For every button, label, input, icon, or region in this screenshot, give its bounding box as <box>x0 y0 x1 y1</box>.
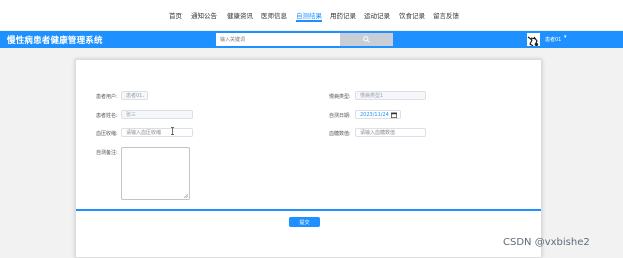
user-name[interactable]: 患者01 <box>545 36 561 43</box>
blood-sugar-placeholder: 请输入血糖数值 <box>360 130 396 136</box>
blood-pressure-placeholder: 请输入血压收缩 <box>126 130 162 136</box>
patient-name-value: 张三 <box>126 112 137 118</box>
nav-item-self-test-results[interactable]: 自测结果 <box>296 10 322 20</box>
self-test-form-card: 患者用户: 患者01 ⌄ 慢病类型: 慢病类型1 患者姓名: 张三 自测日期: … <box>75 59 542 258</box>
nav-item-doctors[interactable]: 医师信息 <box>261 10 287 20</box>
active-nav-underline <box>296 20 322 22</box>
test-date-label: 自测日期: <box>329 113 351 119</box>
header-bar: 慢性病患者健康管理系统 患者01 ▾ <box>0 31 623 48</box>
notes-label: 自测备注: <box>96 150 118 156</box>
chevron-down-icon: ⌄ <box>141 93 145 98</box>
account-label: 患者用户: <box>96 94 118 100</box>
nav-item-health-news[interactable]: 健康资讯 <box>227 10 253 20</box>
submit-button[interactable]: 提交 <box>289 217 320 227</box>
site-title: 慢性病患者健康管理系统 <box>7 36 103 46</box>
nav-item-home[interactable]: 首页 <box>169 10 182 20</box>
disease-type-label: 慢病类型: <box>329 94 351 100</box>
disease-type-field: 慢病类型1 <box>355 91 426 100</box>
account-value: 患者01 <box>126 93 143 99</box>
watermark: CSDN @vxbishe2 <box>503 237 590 248</box>
nav-item-announcements[interactable]: 通知公告 <box>191 10 217 20</box>
avatar[interactable] <box>527 32 540 46</box>
test-date-picker[interactable]: 2023/11/24 <box>355 110 401 119</box>
notes-textarea[interactable] <box>121 147 190 200</box>
resize-handle-icon[interactable] <box>183 193 188 198</box>
test-date-value: 2023/11/24 <box>360 111 389 118</box>
search-input[interactable] <box>216 33 340 46</box>
nav-item-diet-records[interactable]: 饮食记录 <box>399 10 425 20</box>
top-navigation: 首页 通知公告 健康资讯 医师信息 自测结果 用药记录 运动记录 饮食记录 留言… <box>0 0 623 30</box>
patient-name-label: 患者姓名: <box>96 113 118 119</box>
patient-name-field: 张三 <box>121 110 193 119</box>
blood-pressure-label: 血压收缩: <box>96 131 118 137</box>
nav-item-medication-records[interactable]: 用药记录 <box>330 10 356 20</box>
search-button[interactable] <box>340 33 393 46</box>
blood-sugar-label: 血糖数值: <box>329 131 351 137</box>
form-divider <box>76 209 541 211</box>
disease-type-value: 慢病类型1 <box>360 93 384 99</box>
nav-item-exercise-records[interactable]: 运动记录 <box>364 10 390 20</box>
chevron-down-icon[interactable]: ▾ <box>564 34 567 40</box>
blood-pressure-input[interactable]: 请输入血压收缩 <box>121 128 193 137</box>
search-icon <box>363 36 370 43</box>
calendar-icon <box>391 112 397 118</box>
nav-item-feedback[interactable]: 留言反馈 <box>433 10 459 20</box>
blood-sugar-input[interactable]: 请输入血糖数值 <box>355 128 426 137</box>
account-select[interactable]: 患者01 ⌄ <box>121 91 148 100</box>
text-cursor-icon <box>171 127 174 135</box>
